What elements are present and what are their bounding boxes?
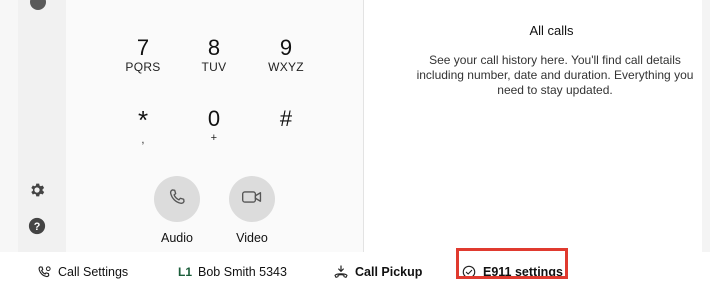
video-call-button[interactable] [229,176,275,222]
help-icon[interactable]: ? [27,216,47,236]
dial-key-7[interactable]: 7 PQRS [113,35,173,75]
left-edge-panel [0,0,18,252]
video-label: Video [236,231,268,245]
call-pickup-label: Call Pickup [355,265,423,279]
all-calls-title: All calls [529,23,574,38]
svg-text:?: ? [34,221,41,233]
call-settings-label: Call Settings [58,265,129,279]
audio-label: Audio [161,231,193,245]
gear-icon[interactable] [27,180,47,200]
footer-bar: Call Settings L1 Bob Smith 5343 Call Pic… [0,252,710,302]
key-digit: 7 [136,35,150,60]
key-digit: 0 [207,106,221,131]
phone-icon [167,187,187,212]
key-letters: + [210,132,218,144]
line-tag: L1 [178,265,193,279]
key-digit: 8 [207,35,221,60]
key-digit: 9 [279,35,293,60]
key-digit: * [137,105,149,135]
line-name: Bob Smith 5343 [198,265,287,279]
e911-highlight-box [456,248,568,279]
dial-key-0[interactable]: 0 + [184,107,244,145]
dial-key-9[interactable]: 9 WXYZ [256,35,316,75]
video-camera-icon [241,187,263,212]
audio-call-button[interactable] [154,176,200,222]
all-calls-description: See your call history here. You'll find … [416,53,694,97]
call-settings-button[interactable]: Call Settings [36,262,128,282]
key-letters: PQRS [125,60,161,74]
key-letters: , [141,134,145,146]
call-pickup-button[interactable]: Call Pickup [333,262,422,282]
key-digit: # [279,106,293,131]
dial-key-8[interactable]: 8 TUV [184,35,244,75]
dial-key-hash[interactable]: # [256,107,316,131]
line-selector[interactable]: L1 Bob Smith 5343 [178,262,287,282]
key-letters: TUV [201,60,227,74]
phone-settings-icon [36,264,52,280]
key-letters: WXYZ [268,60,304,74]
dial-key-star[interactable]: * , [113,107,173,147]
call-pickup-icon [333,264,349,280]
sidebar [18,0,66,252]
